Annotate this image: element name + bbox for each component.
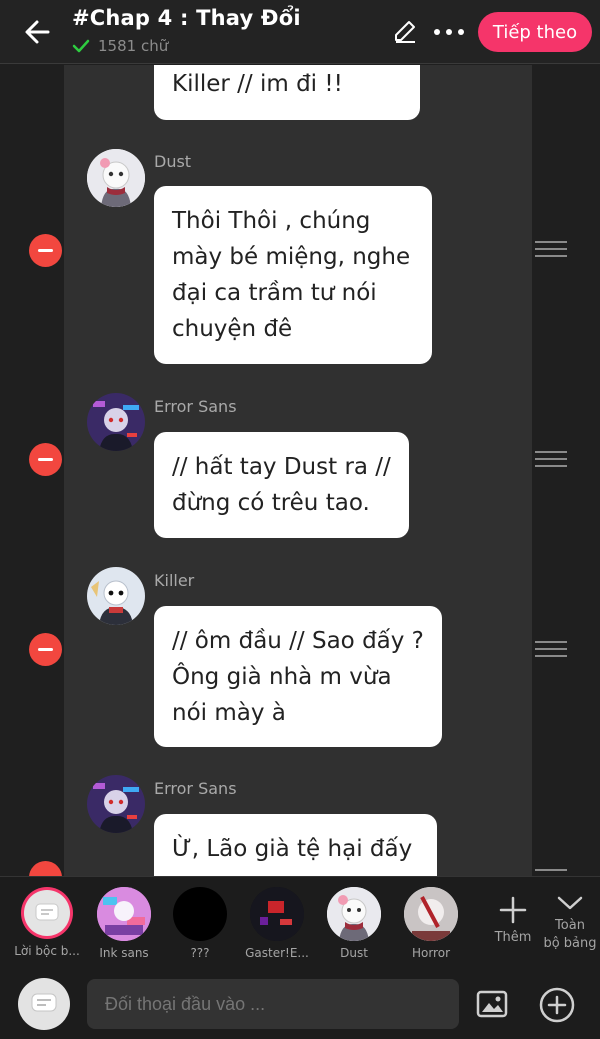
character-name: Dust [154, 152, 192, 171]
avatar-dust[interactable] [87, 149, 145, 207]
word-count: 1581 chữ [72, 37, 168, 55]
avatar-error-sans[interactable] [87, 393, 145, 451]
message-line: // ôm đầu // Sao đấy ? [172, 628, 424, 654]
message-line: đừng có trêu tao. [172, 490, 370, 516]
show-all-button[interactable]: Toàn bộ bảng [540, 893, 600, 953]
message-bubble[interactable]: // hất tay Dust ra // đừng có trêu tao. [154, 432, 409, 538]
chat-area[interactable]: Killer // im đi !! Dust Thôi Thôi , chún… [0, 65, 600, 876]
add-circle-icon[interactable] [538, 986, 576, 1024]
character-gaster-error[interactable]: Gaster!E... [239, 887, 315, 960]
message-bubble[interactable]: Ừ, Lão già tệ hại đấy [154, 814, 437, 876]
message-line: Ông già nhà m vừa [172, 664, 392, 690]
more-options-icon[interactable] [433, 22, 465, 42]
character-label: Gaster!E... [245, 946, 309, 960]
narration-icon [35, 903, 59, 921]
message-line: chuyện đê [172, 316, 293, 342]
message-line: đại ca trầm tư nói [172, 280, 377, 306]
message-line: Thôi Thôi , chúng [172, 208, 371, 234]
chevron-down-icon [557, 896, 583, 910]
character-horror[interactable]: Horror [393, 887, 469, 960]
top-bar: #Chap 4 : Thay Đổi 1581 chữ Tiếp theo [0, 0, 600, 64]
message-line: mày bé miệng, nghe [172, 244, 411, 270]
reorder-handle-icon[interactable] [535, 869, 567, 876]
character-label: Dust [340, 946, 368, 960]
character-dust[interactable]: Dust [316, 887, 392, 960]
reorder-handle-icon[interactable] [535, 241, 567, 259]
delete-message-button[interactable] [29, 861, 62, 876]
add-label: Thêm [494, 930, 532, 945]
message-bubble[interactable]: Thôi Thôi , chúng mày bé miệng, nghe đại… [154, 186, 432, 364]
show-all-label-2: bộ bảng [543, 936, 597, 951]
show-all-label-1: Toàn [555, 918, 585, 933]
image-icon[interactable] [476, 990, 508, 1018]
pencil-icon[interactable] [392, 18, 418, 44]
message-bubble[interactable]: Killer // im đi !! [154, 65, 420, 120]
character-name: Killer [154, 571, 195, 590]
add-character-button[interactable]: Thêm [488, 895, 538, 947]
avatar-error-sans[interactable] [87, 775, 145, 833]
character-ink-sans[interactable]: Ink sans [86, 887, 162, 960]
character-narration[interactable]: Lời bộc b... [9, 887, 85, 958]
input-bar [0, 968, 600, 1039]
character-label: ??? [190, 946, 210, 960]
character-label: Horror [411, 946, 451, 960]
message-bubble[interactable]: // ôm đầu // Sao đấy ? Ông già nhà m vừa… [154, 606, 442, 747]
narration-toggle-button[interactable] [18, 978, 70, 1030]
avatar-killer[interactable] [87, 567, 145, 625]
delete-message-button[interactable] [29, 443, 62, 476]
dialogue-input[interactable] [87, 979, 459, 1029]
message-line: Ừ, Lão già tệ hại đấy [172, 836, 413, 862]
reorder-handle-icon[interactable] [535, 451, 567, 469]
message-line: // hất tay Dust ra // [172, 454, 391, 480]
narration-icon [31, 993, 57, 1012]
chapter-title[interactable]: #Chap 4 : Thay Đổi [72, 6, 301, 30]
back-arrow-icon[interactable] [20, 14, 56, 50]
message-line: Killer // im đi !! [172, 71, 343, 97]
character-label: Lời bộc b... [14, 944, 80, 958]
delete-message-button[interactable] [29, 633, 62, 666]
character-name: Error Sans [154, 779, 237, 798]
character-bar: Lời bộc b... Ink sans ??? Gaster!E... Du… [0, 876, 600, 969]
reorder-handle-icon[interactable] [535, 641, 567, 659]
delete-message-button[interactable] [29, 234, 62, 267]
plus-icon [499, 896, 527, 924]
character-label: Ink sans [99, 946, 149, 960]
character-name: Error Sans [154, 397, 237, 416]
word-count-label: 1581 chữ [98, 37, 169, 55]
character-unknown[interactable]: ??? [162, 887, 238, 960]
next-button[interactable]: Tiếp theo [478, 12, 592, 52]
message-line: nói mày à [172, 700, 286, 726]
check-icon [72, 39, 90, 53]
